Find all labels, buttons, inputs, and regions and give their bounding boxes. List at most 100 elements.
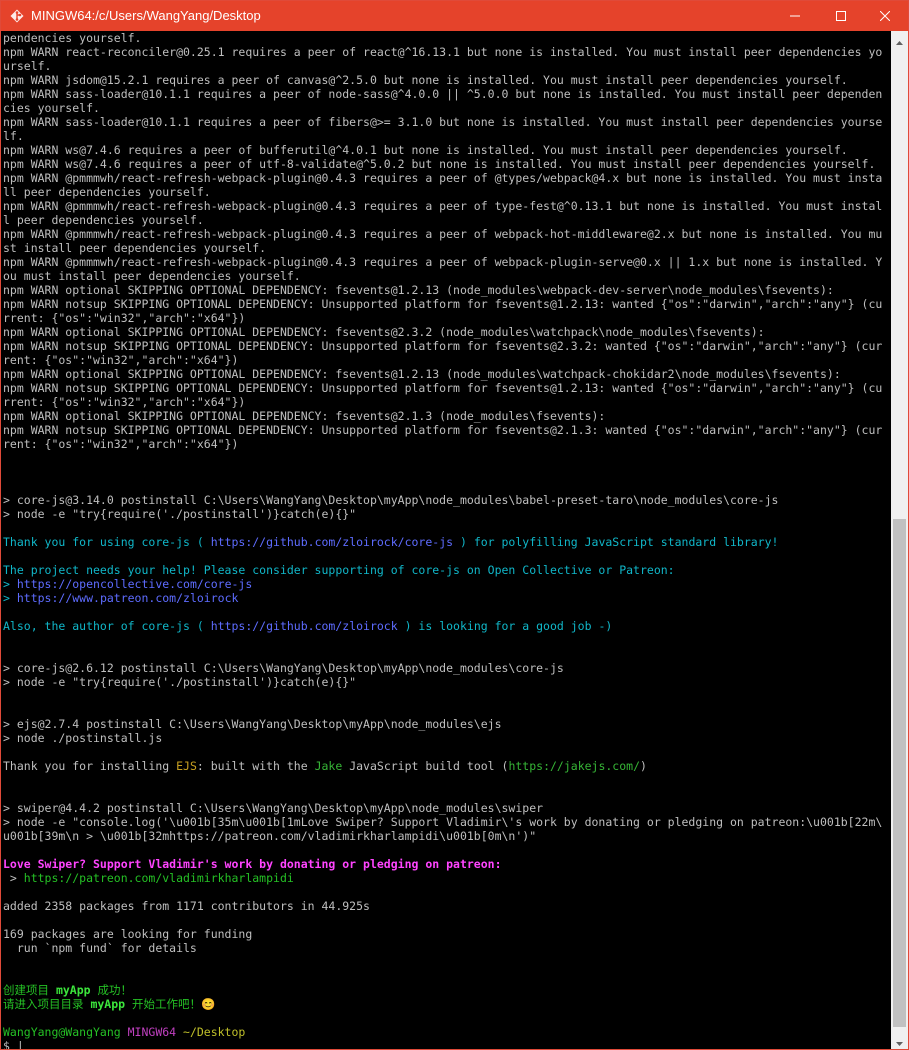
terminal-text: added 2358 packages from 1171 contributo… [3,899,370,913]
terminal-line: npm WARN react-reconciler@0.25.1 require… [3,45,891,59]
terminal-line: 169 packages are looking for funding [3,927,891,941]
terminal-line: > node -e "try{require('./postinstall')}… [3,675,891,689]
close-icon [880,11,890,21]
terminal-link[interactable]: https://github.com/zloirock/core-js [211,535,453,549]
terminal-line: Thank you for installing EJS: built with… [3,759,891,773]
terminal-text: JavaScript build tool ( [342,759,509,773]
terminal-link[interactable]: https://opencollective.com/core-js [17,577,252,591]
terminal-link[interactable]: https://github.com/zloirock [211,619,398,633]
terminal-line: npm WARN @pmmmwh/react-refresh-webpack-p… [3,171,891,185]
terminal-line: urself. [3,59,891,73]
terminal-lines: pendencies yourself. npm WARN react-recon… [1,31,891,1049]
terminal-text: Also, the author of core-js ( [3,619,211,633]
terminal-line: Love Swiper? Support Vladimir's work by … [3,857,891,871]
terminal-text: rent: {"os":"win32","arch":"x64"}) [3,353,239,367]
terminal-text: EJS [176,759,197,773]
terminal-line: Thank you for using core-js ( https://gi… [3,535,891,549]
terminal-text: lf. [3,129,24,143]
terminal-text: npm WARN optional SKIPPING OPTIONAL DEPE… [3,325,765,339]
terminal-text: npm WARN notsup SKIPPING OPTIONAL DEPEND… [3,339,883,353]
terminal-line: Also, the author of core-js ( https://gi… [3,619,891,633]
terminal-line: npm WARN @pmmmwh/react-refresh-webpack-p… [3,255,891,269]
terminal-text: rrent: {"os":"win32","arch":"x64"}) [3,395,246,409]
terminal-line: npm WARN optional SKIPPING OPTIONAL DEPE… [3,325,891,339]
terminal-text: npm WARN sass-loader@10.1.1 requires a p… [3,115,883,129]
title-bar[interactable]: MINGW64:/c/Users/WangYang/Desktop [1,1,908,31]
vertical-scrollbar[interactable] [891,31,908,1049]
scroll-thumb[interactable] [893,519,906,1027]
terminal-line: rrent: {"os":"win32","arch":"x64"}) [3,395,891,409]
terminal-line: > node -e "console.log('\u001b[35m\u001b… [3,815,891,829]
terminal-link[interactable]: https://www.patreon.com/zloirock [17,591,239,605]
terminal-text: npm WARN @pmmmwh/react-refresh-webpack-p… [3,199,883,213]
terminal-line: > core-js@2.6.12 postinstall C:\Users\Wa… [3,661,891,675]
terminal-text: ~/Desktop [176,1025,246,1039]
terminal-text: st install peer dependencies yourself. [3,241,267,255]
terminal-text: pendencies yourself. [3,31,142,45]
terminal-text: ll peer dependencies yourself. [3,185,211,199]
terminal-text: > [3,577,17,591]
terminal-line: > https://opencollective.com/core-js [3,577,891,591]
terminal-text: urself. [3,59,52,73]
terminal-line: rrent: {"os":"win32","arch":"x64"}) [3,311,891,325]
terminal-output[interactable]: pendencies yourself. npm WARN react-recon… [1,31,891,1049]
terminal-text: u001b[39m\n > \u001b[32mhttps://patreon.… [3,829,537,843]
caret-down-icon [896,1031,903,1050]
terminal-text: : built with the [196,759,315,773]
terminal-text: cies yourself. [3,101,100,115]
terminal-text: https://patreon.com/vladimirkharlampidi [23,871,294,885]
terminal-text: > node ./postinstall.js [3,731,163,745]
terminal-text: The project needs your help! Please cons… [3,563,675,577]
terminal-line: npm WARN sass-loader@10.1.1 requires a p… [3,115,891,129]
terminal-text: npm WARN jsdom@15.2.1 requires a peer of… [3,73,848,87]
scroll-down-button[interactable] [891,1032,908,1049]
terminal-line: > https://www.patreon.com/zloirock [3,591,891,605]
maximize-icon [836,11,846,21]
window-title: MINGW64:/c/Users/WangYang/Desktop [31,8,261,23]
terminal-text: npm WARN optional SKIPPING OPTIONAL DEPE… [3,367,841,381]
terminal-text: myApp [55,983,91,997]
terminal-text: > swiper@4.4.2 postinstall C:\Users\Wang… [3,801,544,815]
scroll-up-button[interactable] [891,31,908,48]
terminal-text: npm WARN notsup SKIPPING OPTIONAL DEPEND… [3,381,883,395]
terminal-line: npm WARN notsup SKIPPING OPTIONAL DEPEND… [3,339,891,353]
terminal-line: npm WARN jsdom@15.2.1 requires a peer of… [3,73,891,87]
terminal-text: MINGW64 [127,1025,177,1039]
terminal-text: ou must install peer dependencies yourse… [3,269,301,283]
terminal-line: cies yourself. [3,101,891,115]
terminal-line: npm WARN sass-loader@10.1.1 requires a p… [3,87,891,101]
close-button[interactable] [862,1,908,31]
minimize-button[interactable] [772,1,818,31]
terminal-text: npm WARN optional SKIPPING OPTIONAL DEPE… [3,283,834,297]
terminal-text: > node -e "try{require('./postinstall')}… [3,507,357,521]
terminal-line: > swiper@4.4.2 postinstall C:\Users\Wang… [3,801,891,815]
terminal-text: 开始工作吧！😊 [125,997,216,1011]
terminal-text: myApp [90,997,126,1011]
terminal-line: npm WARN notsup SKIPPING OPTIONAL DEPEND… [3,423,891,437]
terminal-text: 创建项目 [3,983,56,997]
terminal-text: npm WARN @pmmmwh/react-refresh-webpack-p… [3,227,883,241]
text-cursor: | [16,1039,24,1049]
terminal-text: 成功！ [90,983,132,997]
terminal-line: npm WARN @pmmmwh/react-refresh-webpack-p… [3,227,891,241]
terminal-text: > core-js@3.14.0 postinstall C:\Users\Wa… [3,493,779,507]
terminal-line: > core-js@3.14.0 postinstall C:\Users\Wa… [3,493,891,507]
maximize-button[interactable] [818,1,864,31]
terminal-line: pendencies yourself. [3,31,891,45]
git-bash-icon [10,9,24,23]
terminal-line: npm WARN optional SKIPPING OPTIONAL DEPE… [3,367,891,381]
terminal-text: npm WARN sass-loader@10.1.1 requires a p… [3,87,883,101]
terminal-line: > node -e "try{require('./postinstall')}… [3,507,891,521]
terminal-text: Love Swiper? Support Vladimir's work by … [3,857,502,871]
terminal-line: u001b[39m\n > \u001b[32mhttps://patreon.… [3,829,891,843]
